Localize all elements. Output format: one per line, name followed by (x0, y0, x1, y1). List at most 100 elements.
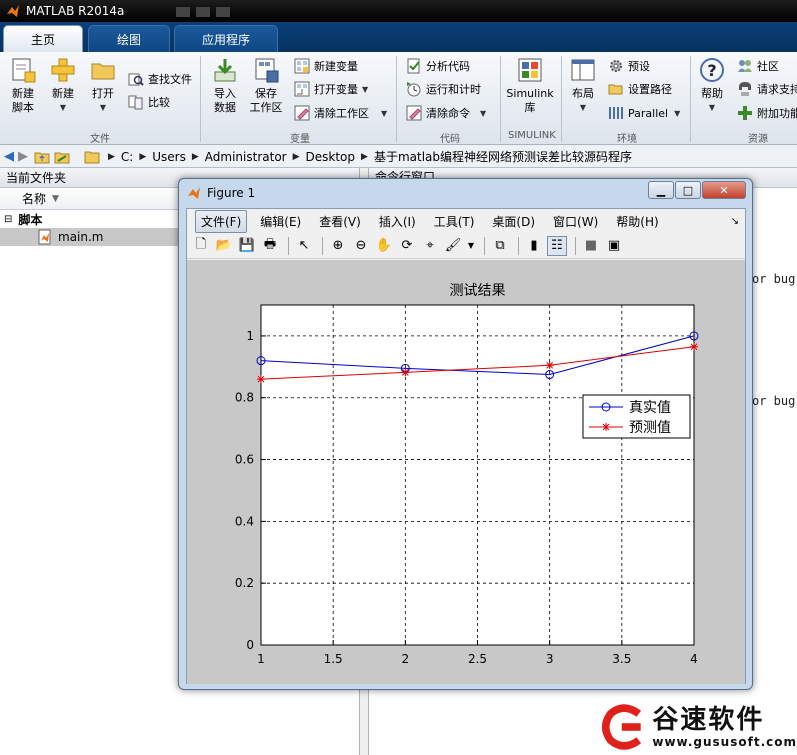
request-support-button[interactable]: 请求支持 (737, 79, 797, 99)
open-label: 打开 (92, 87, 114, 100)
x-tick-label: 3 (546, 652, 554, 666)
show-plot-tools-icon[interactable]: ▣ (604, 236, 624, 256)
add-ons-button[interactable]: 附加功能 (737, 103, 797, 123)
breadcrumb-separator-icon: ▶ (361, 151, 368, 162)
parallel-button[interactable]: Parallel ▼ (608, 103, 680, 123)
analyze-code-button[interactable]: 分析代码 (406, 56, 470, 76)
hide-plot-tools-icon[interactable]: ■ (581, 236, 601, 256)
group-label-simulink: SIMULINK (508, 130, 556, 141)
legend[interactable]: 真实值预测值 (582, 394, 691, 439)
data-point (545, 361, 554, 370)
data-cursor-icon[interactable]: ⌖ (420, 236, 440, 256)
close-button[interactable]: ✕ (702, 181, 746, 199)
y-tick-label: 0.8 (235, 391, 254, 405)
new-variable-button[interactable]: 新建变量 (294, 56, 358, 76)
save-workspace-label: 保存 工作区 (249, 87, 283, 114)
quick-access-icon[interactable] (196, 7, 210, 17)
matlab-logo-icon (188, 187, 200, 199)
new-script-button[interactable]: 新建 脚本 (6, 56, 40, 115)
y-tick-label: 0.2 (235, 576, 254, 590)
menu-insert[interactable]: 插入(I) (374, 211, 421, 232)
figure-window: Figure 1 ▁ □ ✕ 文件(F) 编辑(E) 查看(V) 插入(I) 工… (178, 178, 753, 690)
compare-button[interactable]: 比较 (128, 92, 170, 112)
colorbar-icon[interactable]: ▮ (524, 236, 544, 256)
chart-title: 测试结果 (450, 283, 506, 299)
menu-tools[interactable]: 工具(T) (429, 211, 480, 232)
breadcrumb-item[interactable]: Desktop (306, 150, 356, 164)
breadcrumb-separator-icon: ▶ (292, 151, 300, 162)
analyze-code-label: 分析代码 (426, 60, 470, 73)
pan-hand-icon[interactable]: ✋ (374, 236, 394, 256)
new-script-icon (12, 58, 36, 83)
community-button[interactable]: 社区 (737, 56, 779, 76)
tab-home[interactable]: 主页 (3, 25, 83, 52)
quick-access-icon[interactable] (216, 7, 230, 17)
breadcrumb-separator-icon: ▶ (108, 151, 115, 162)
zoom-out-icon[interactable]: ⊖ (351, 236, 371, 256)
new-button[interactable]: 新建 ▼ (46, 56, 80, 115)
ribbon-tabs: 主页 绘图 应用程序 (0, 22, 797, 52)
tab-apps[interactable]: 应用程序 (174, 25, 278, 52)
rotate-3d-icon[interactable]: ⟳ (397, 236, 417, 256)
menu-desktop[interactable]: 桌面(D) (487, 211, 540, 232)
y-tick-label: 1 (246, 329, 254, 343)
tab-plots[interactable]: 绘图 (88, 25, 170, 52)
up-folder-icon[interactable] (34, 149, 50, 165)
chevron-down-icon[interactable]: ▼ (466, 236, 476, 256)
maximize-button[interactable]: □ (675, 181, 701, 199)
find-files-icon (128, 73, 144, 86)
legend-label: 真实值 (629, 400, 671, 416)
brush-icon[interactable]: 🖌 (443, 236, 463, 256)
simulink-library-button[interactable]: Simulink 库 (505, 56, 555, 115)
save-icon[interactable]: 💾 (237, 236, 257, 256)
zoom-in-icon[interactable]: ⊕ (328, 236, 348, 256)
community-label: 社区 (757, 60, 779, 73)
legend-icon[interactable]: ☷ (547, 235, 567, 256)
breadcrumb-item[interactable]: Users (152, 150, 186, 164)
dock-arrow-icon[interactable]: ↘ (731, 216, 739, 227)
new-figure-icon[interactable]: 🗋 (191, 236, 211, 256)
y-tick-label: 0 (246, 638, 254, 652)
layout-icon (571, 59, 595, 81)
help-button[interactable]: ? 帮助 ▼ (697, 56, 727, 115)
menu-window[interactable]: 窗口(W) (548, 211, 603, 232)
find-files-button[interactable]: 查找文件 (128, 69, 192, 89)
browse-folder-icon[interactable] (54, 149, 70, 165)
breadcrumb-item[interactable]: Administrator (205, 150, 287, 164)
print-icon[interactable]: 🖶 (260, 236, 280, 256)
layout-button[interactable]: 布局 ▼ (567, 56, 599, 115)
forward-arrow-icon[interactable]: ▶ (18, 149, 28, 164)
import-data-button[interactable]: 导入 数据 (208, 56, 242, 115)
clear-workspace-button[interactable]: 清除工作区 ▼ (294, 103, 387, 123)
watermark-url: www.gususoft.com (652, 734, 797, 749)
line-chart[interactable]: 测试结果 1 1.5 2 2.5 3 3.5 4 0 0.2 0.4 0.6 0.8 1 真实值预测值 (187, 260, 745, 684)
run-and-time-icon (407, 82, 421, 97)
breadcrumb-item[interactable]: 基于matlab编程神经网络预测误差比较源码程序 (374, 148, 632, 165)
open-variable-icon (294, 81, 310, 97)
link-plot-icon[interactable]: ⧉ (490, 236, 510, 256)
toolbar-separator (288, 236, 289, 255)
open-file-icon[interactable]: 📂 (214, 236, 234, 256)
menu-help[interactable]: 帮助(H) (611, 211, 663, 232)
quick-access-icon[interactable] (176, 7, 190, 17)
minimize-button[interactable]: ▁ (648, 181, 674, 199)
open-button[interactable]: 打开 ▼ (88, 56, 118, 115)
watermark: 谷速软件 www.gususoft.com (597, 698, 797, 755)
data-point (257, 375, 265, 384)
breadcrumb-item[interactable]: C: (121, 150, 133, 164)
run-and-time-button[interactable]: 运行和计时 (406, 79, 481, 99)
save-workspace-button[interactable]: 保存 工作区 (248, 56, 284, 115)
collapse-icon[interactable]: ⊟ (4, 214, 12, 225)
window-controls: ▁ □ ✕ (647, 181, 746, 199)
set-path-button[interactable]: 设置路径 (608, 79, 672, 99)
menu-view[interactable]: 查看(V) (314, 211, 366, 232)
menu-edit[interactable]: 编辑(E) (255, 211, 306, 232)
back-arrow-icon[interactable]: ◀ (4, 149, 14, 164)
pointer-icon[interactable]: ↖ (294, 236, 314, 256)
preferences-button[interactable]: 预设 (608, 56, 650, 76)
breadcrumb-separator-icon: ▶ (139, 151, 147, 162)
clear-commands-button[interactable]: 清除命令 ▼ (406, 103, 486, 123)
open-variable-button[interactable]: 打开变量 ▼ (294, 79, 368, 99)
column-name-label: 名称 (22, 192, 47, 206)
menu-file[interactable]: 文件(F) (195, 209, 248, 233)
